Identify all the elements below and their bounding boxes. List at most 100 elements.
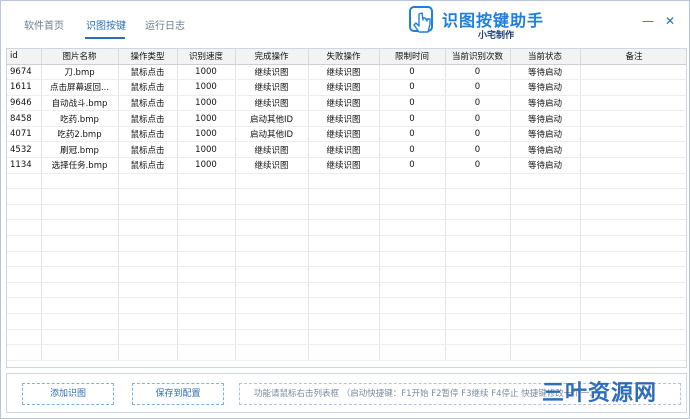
minimize-button[interactable]: —	[641, 14, 655, 28]
empty-table-row[interactable]	[7, 235, 686, 252]
column-header[interactable]: 当前识别次数	[445, 49, 511, 65]
table-cell	[177, 204, 236, 221]
table-cell	[235, 297, 309, 314]
empty-table-row[interactable]	[7, 329, 686, 346]
column-header[interactable]: 完成操作	[235, 49, 309, 65]
empty-table-row[interactable]	[7, 173, 686, 190]
table-cell	[177, 188, 236, 205]
table-row[interactable]: 9674 刀.bmp 鼠标点击 1000 继续识图 继续识图 0 0 等待启动	[7, 64, 686, 81]
table-cell	[235, 313, 309, 330]
table-cell	[41, 329, 119, 346]
table-cell: 继续识图	[235, 95, 309, 112]
table-cell	[7, 219, 42, 237]
table-cell	[510, 173, 581, 190]
column-header[interactable]: 备注	[580, 49, 686, 65]
column-header[interactable]: 失败操作	[308, 49, 380, 65]
table-cell	[118, 188, 178, 205]
empty-table-row[interactable]	[7, 282, 686, 299]
column-header[interactable]: 当前状态	[510, 49, 581, 65]
table-cell	[580, 188, 686, 205]
empty-table-row[interactable]	[7, 188, 686, 205]
table-cell	[445, 313, 511, 330]
table-cell	[7, 329, 42, 346]
table-cell	[177, 282, 236, 299]
table-cell	[7, 235, 42, 252]
tab-home[interactable]: 软件首页	[24, 17, 64, 33]
table-cell	[118, 297, 178, 314]
table-cell	[580, 141, 686, 159]
table-cell	[510, 297, 581, 314]
table-cell: 0	[445, 110, 511, 127]
table-cell	[41, 173, 119, 190]
table-cell: 鼠标点击	[118, 110, 178, 127]
column-header[interactable]: 操作类型	[118, 49, 178, 65]
empty-table-row[interactable]	[7, 344, 686, 361]
table-cell	[308, 219, 380, 237]
table-cell: 等待启动	[510, 95, 581, 112]
empty-table-row[interactable]	[7, 251, 686, 268]
table-row[interactable]: 4071 吃药2.bmp 鼠标点击 1000 启动其他ID 继续识图 0 0 等待启动	[7, 126, 686, 143]
table-cell	[177, 251, 236, 268]
column-header[interactable]: 识别速度	[177, 49, 236, 65]
empty-table-row[interactable]	[7, 313, 686, 330]
table-cell	[118, 329, 178, 346]
add-image-button[interactable]: 添加识图	[22, 383, 114, 405]
table-cell: 继续识图	[308, 64, 380, 81]
column-header[interactable]: 图片名称	[41, 49, 119, 65]
table-cell	[379, 266, 446, 283]
tab-image-keys[interactable]: 识图按键	[86, 17, 126, 33]
table-cell	[235, 266, 309, 283]
table-cell: 等待启动	[510, 126, 581, 143]
save-config-button[interactable]: 保存到配置	[132, 383, 224, 405]
table-cell	[41, 344, 119, 361]
table-cell: 鼠标点击	[118, 157, 178, 174]
table-row[interactable]: 8458 吃药.bmp 鼠标点击 1000 启动其他ID 继续识图 0 0 等待启动	[7, 110, 686, 127]
empty-table-row[interactable]	[7, 219, 686, 237]
table-row[interactable]: 1134 选择任务.bmp 鼠标点击 1000 继续识图 继续识图 0 0 等待启动	[7, 157, 686, 174]
table-cell	[379, 282, 446, 299]
column-header[interactable]: 限制时间	[379, 49, 446, 65]
table-cell: 继续识图	[308, 79, 380, 96]
table-cell	[445, 297, 511, 314]
table-cell	[445, 219, 511, 237]
table-cell	[308, 329, 380, 346]
table-cell	[118, 313, 178, 330]
table-cell	[445, 344, 511, 361]
table-cell: 1611	[7, 79, 42, 96]
table-cell	[580, 235, 686, 252]
table-row[interactable]: 1611 点击屏幕返回... 鼠标点击 1000 继续识图 继续识图 0 0 等待启动	[7, 79, 686, 96]
tab-run-log[interactable]: 运行日志	[145, 17, 185, 33]
table-row[interactable]: 4532 刷冠.bmp 鼠标点击 1000 继续识图 继续识图 0 0 等待启动	[7, 141, 686, 159]
table-cell	[445, 282, 511, 299]
table-cell	[580, 204, 686, 221]
empty-table-row[interactable]	[7, 266, 686, 283]
table-cell: 继续识图	[235, 64, 309, 81]
table-cell	[7, 173, 42, 190]
table-row[interactable]: 9646 自动战斗.bmp 鼠标点击 1000 继续识图 继续识图 0 0 等待启动	[7, 95, 686, 112]
table-cell: 点击屏幕返回...	[41, 79, 119, 96]
table-cell	[580, 297, 686, 314]
active-tab-indicator	[85, 37, 125, 39]
pointer-hand-icon	[409, 6, 435, 36]
empty-table-row[interactable]	[7, 297, 686, 314]
table-cell	[118, 282, 178, 299]
image-key-table[interactable]: id 图片名称 操作类型 识别速度 完成操作 失败操作 限制时间 当前识别次数 …	[6, 48, 687, 368]
table-cell	[379, 219, 446, 237]
table-cell: 1000	[177, 79, 236, 96]
table-cell: 0	[445, 79, 511, 96]
empty-table-row[interactable]	[7, 204, 686, 221]
close-button[interactable]: ✕	[663, 14, 677, 28]
table-cell	[580, 251, 686, 268]
table-cell: 1000	[177, 126, 236, 143]
table-cell	[235, 251, 309, 268]
table-cell	[308, 173, 380, 190]
table-cell	[445, 204, 511, 221]
table-cell	[445, 235, 511, 252]
table-cell	[177, 313, 236, 330]
table-cell	[580, 95, 686, 112]
table-cell	[580, 329, 686, 346]
table-cell: 4071	[7, 126, 42, 143]
table-cell: 等待启动	[510, 157, 581, 174]
table-cell	[510, 251, 581, 268]
column-header[interactable]: id	[7, 49, 42, 65]
